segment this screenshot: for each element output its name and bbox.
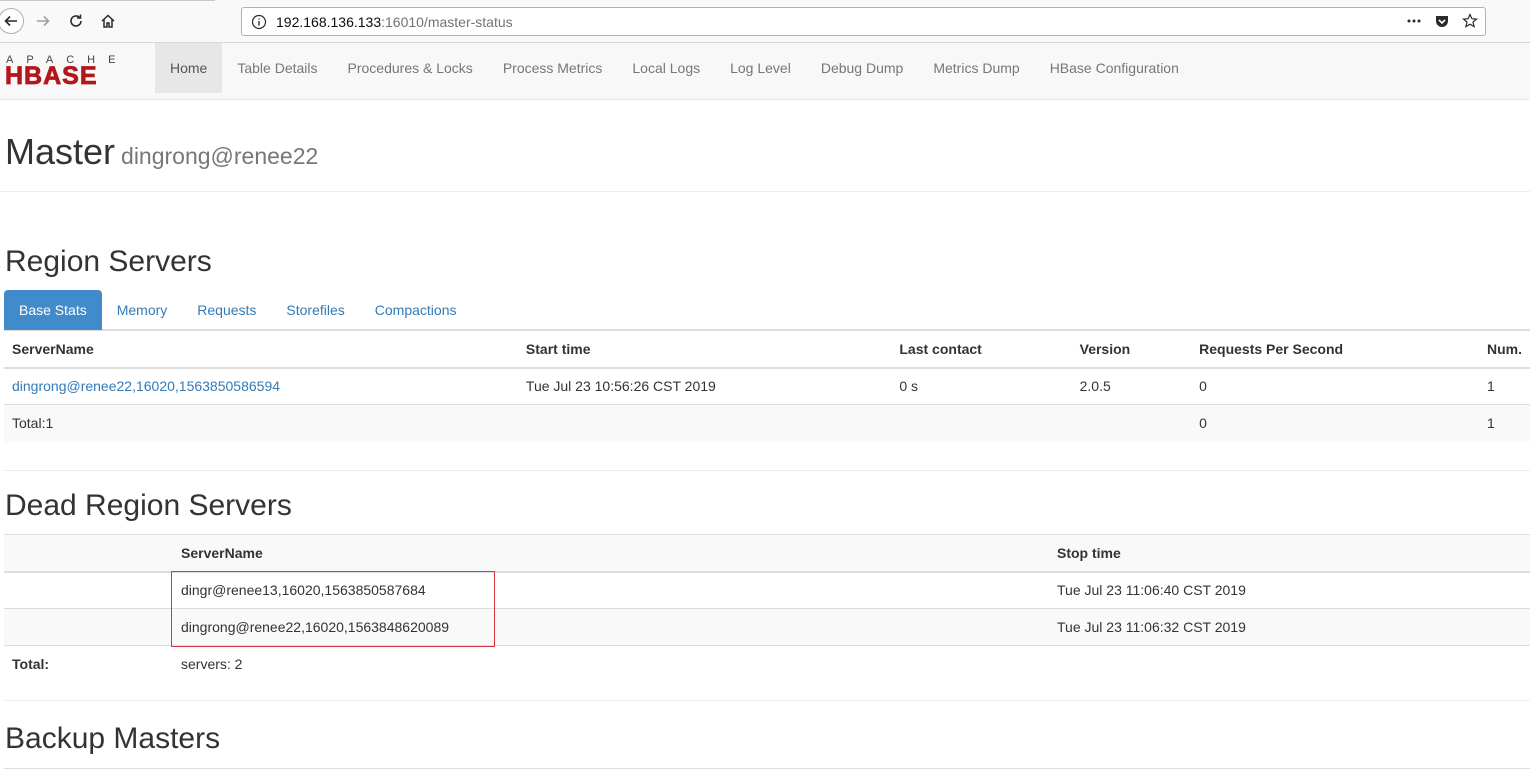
column-header: ServerName [173, 534, 1049, 573]
total-cell: 1 [1478, 404, 1530, 442]
more-actions-icon[interactable] [1405, 12, 1423, 30]
arrow-right-icon [37, 15, 50, 27]
hbase-logo[interactable]: APACHE HBASE [5, 51, 141, 91]
dead-region-servers-heading: Dead Region Servers [5, 489, 292, 522]
table-cell: Tue Jul 23 11:06:32 CST 2019 [1049, 608, 1530, 646]
table-cell: Tue Jul 23 11:06:40 CST 2019 [1049, 571, 1530, 609]
column-header[interactable]: Last contact [891, 330, 1072, 369]
table-row: dingr@renee13,16020,1563850587684 Tue Jul… [4, 571, 1530, 609]
main-nav: Home Table Details Procedures & Locks Proce… [155, 43, 1194, 93]
nav-item-local-logs[interactable]: Local Logs [617, 43, 715, 93]
nav-item-procedures-locks[interactable]: Procedures & Locks [333, 43, 488, 93]
nav-item-hbase-configuration[interactable]: HBase Configuration [1035, 43, 1194, 93]
column-header[interactable]: Version [1071, 330, 1192, 369]
hbase-navbar: APACHE HBASE Home Table Details Procedures… [0, 43, 1530, 100]
forward-button[interactable] [30, 8, 56, 34]
url-path: :16010/master-status [381, 14, 513, 30]
total-label: Total: [4, 645, 173, 683]
total-row: Total:1 0 1 [4, 404, 1530, 442]
region-servers-tabs: Base Stats Memory Requests Storefiles Compac… [4, 290, 1530, 330]
info-icon[interactable] [251, 14, 267, 33]
table-cell: dingrong@renee22,16020,1563850586594 [4, 367, 518, 405]
bookmark-star-icon[interactable] [1461, 12, 1479, 30]
table-cell: dingrong@renee22,16020,1563848620089 [173, 608, 1049, 646]
table-cell: dingr@renee13,16020,1563850587684 [173, 571, 1049, 609]
logo-hbase-text: HBASE [5, 62, 98, 90]
column-header [4, 534, 173, 573]
column-header[interactable]: Start time [517, 330, 892, 369]
section-divider [4, 700, 1530, 701]
nav-item-process-metrics[interactable]: Process Metrics [488, 43, 618, 93]
region-servers-table: ServerName Start time Last contact Version R… [4, 330, 1530, 442]
server-link[interactable]: dingrong@renee22,16020,1563850586594 [12, 378, 280, 394]
tab-memory[interactable]: Memory [102, 290, 183, 330]
tab-compactions[interactable]: Compactions [360, 290, 472, 330]
tab-base-stats[interactable]: Base Stats [4, 290, 102, 330]
url-host: 192.168.136.133 [276, 14, 382, 30]
nav-item-log-level[interactable]: Log Level [715, 43, 806, 93]
reload-button[interactable] [63, 8, 89, 34]
column-header[interactable]: Requests Per Second [1191, 330, 1479, 369]
page-header: Master dingrong@renee22 [0, 131, 1530, 192]
table-cell: 2.0.5 [1071, 367, 1192, 405]
page-title: Master dingrong@renee22 [5, 131, 318, 173]
total-cell: 0 [1191, 404, 1479, 442]
table-cell [1049, 645, 1530, 683]
url-bar[interactable]: 192.168.136.133:16010/master-status [241, 7, 1486, 36]
browser-toolbar: 192.168.136.133:16010/master-status [0, 0, 1530, 43]
reload-icon [70, 14, 82, 27]
column-header: Stop time [1049, 534, 1530, 573]
page-subtitle: dingrong@renee22 [121, 143, 319, 169]
table-row: dingrong@renee22,16020,1563850586594 Tue … [4, 367, 1530, 405]
total-cell [1071, 404, 1192, 442]
table-cell: Tue Jul 23 10:56:26 CST 2019 [517, 367, 892, 405]
region-servers-heading: Region Servers [5, 245, 212, 278]
section-divider [4, 470, 1530, 471]
table-cell [4, 608, 173, 646]
home-icon [101, 14, 115, 28]
arrow-left-icon [4, 15, 17, 27]
tab-strip [0, 0, 215, 1]
table-cell: 0 [1191, 367, 1479, 405]
home-button[interactable] [95, 8, 121, 34]
tab-storefiles[interactable]: Storefiles [271, 290, 359, 330]
column-header[interactable]: Num. [1478, 330, 1530, 369]
total-value: servers: 2 [173, 645, 1049, 683]
nav-item-table-details[interactable]: Table Details [222, 43, 332, 93]
pocket-icon[interactable] [1433, 12, 1451, 30]
total-cell: Total:1 [4, 404, 518, 442]
nav-item-debug-dump[interactable]: Debug Dump [806, 43, 919, 93]
backup-masters-heading: Backup Masters [5, 722, 221, 755]
tab-requests[interactable]: Requests [182, 290, 271, 330]
back-button[interactable] [0, 8, 24, 34]
total-cell [517, 404, 892, 442]
table-cell [4, 571, 173, 609]
nav-item-home[interactable]: Home [155, 43, 223, 93]
url-text[interactable]: 192.168.136.133:16010/master-status [276, 14, 513, 30]
dead-region-servers-table: ServerName Stop time dingr@renee13,16020,… [4, 534, 1530, 683]
table-cell: 1 [1478, 367, 1530, 405]
column-header[interactable]: ServerName [4, 330, 518, 369]
total-cell [891, 404, 1072, 442]
page-title-text: Master [5, 131, 116, 172]
backup-masters-table-top [4, 768, 1530, 769]
table-cell: 0 s [891, 367, 1072, 405]
table-row: dingrong@renee22,16020,1563848620089 Tue … [4, 608, 1530, 646]
total-row: Total: servers: 2 [4, 645, 1530, 683]
nav-item-metrics-dump[interactable]: Metrics Dump [918, 43, 1034, 93]
